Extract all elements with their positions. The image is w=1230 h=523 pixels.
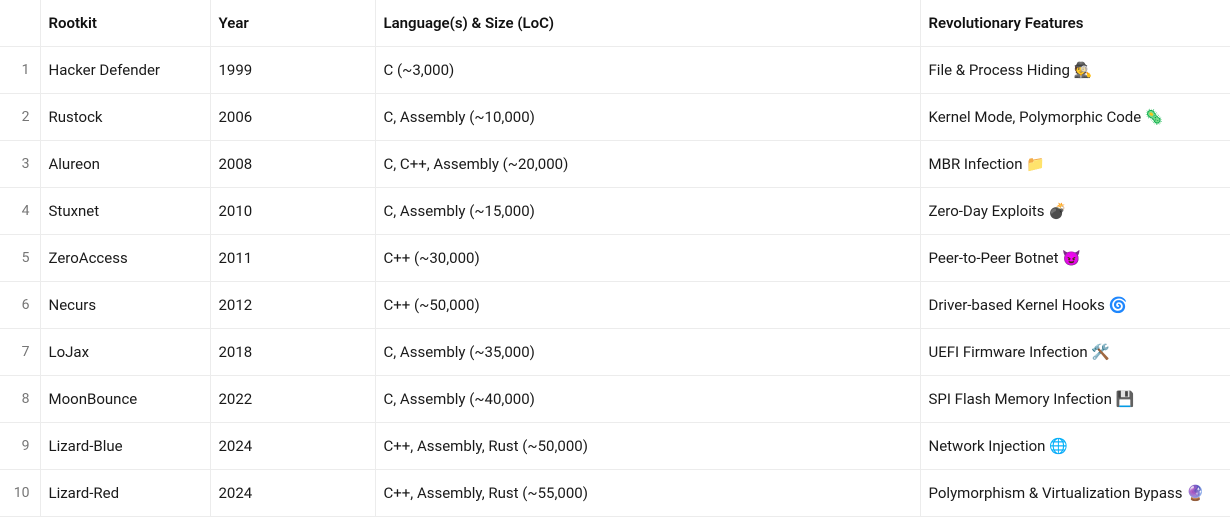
cell-lang: C, Assembly (~35,000) [375, 329, 920, 376]
row-index: 7 [0, 329, 40, 376]
cell-features: UEFI Firmware Infection 🛠️ [920, 329, 1230, 376]
cell-year: 2024 [210, 423, 375, 470]
cell-features: MBR Infection 📁 [920, 141, 1230, 188]
table-row: 7LoJax2018C, Assembly (~35,000)UEFI Firm… [0, 329, 1230, 376]
cell-lang: C, Assembly (~15,000) [375, 188, 920, 235]
cell-features: Kernel Mode, Polymorphic Code 🦠 [920, 94, 1230, 141]
row-index: 6 [0, 282, 40, 329]
cell-lang: C++, Assembly, Rust (~55,000) [375, 470, 920, 517]
cell-year: 2018 [210, 329, 375, 376]
row-index: 10 [0, 470, 40, 517]
cell-rootkit: Lizard-Red [40, 470, 210, 517]
table-row: 10Lizard-Red2024C++, Assembly, Rust (~55… [0, 470, 1230, 517]
cell-lang: C, Assembly (~40,000) [375, 376, 920, 423]
cell-lang: C (~3,000) [375, 47, 920, 94]
cell-lang: C, Assembly (~10,000) [375, 94, 920, 141]
cell-features: Polymorphism & Virtualization Bypass 🔮 [920, 470, 1230, 517]
table-row: 2Rustock2006C, Assembly (~10,000)Kernel … [0, 94, 1230, 141]
cell-features: Network Injection 🌐 [920, 423, 1230, 470]
cell-rootkit: LoJax [40, 329, 210, 376]
cell-year: 2012 [210, 282, 375, 329]
cell-year: 2010 [210, 188, 375, 235]
table-row: 5ZeroAccess2011C++ (~30,000)Peer-to-Peer… [0, 235, 1230, 282]
row-index: 1 [0, 47, 40, 94]
header-row: Rootkit Year Language(s) & Size (LoC) Re… [0, 0, 1230, 47]
row-index: 4 [0, 188, 40, 235]
rootkit-table: Rootkit Year Language(s) & Size (LoC) Re… [0, 0, 1230, 517]
row-index: 8 [0, 376, 40, 423]
table-row: 1Hacker Defender1999C (~3,000)File & Pro… [0, 47, 1230, 94]
cell-year: 2022 [210, 376, 375, 423]
cell-lang: C++ (~50,000) [375, 282, 920, 329]
cell-lang: C++, Assembly, Rust (~50,000) [375, 423, 920, 470]
table-row: 8MoonBounce2022C, Assembly (~40,000)SPI … [0, 376, 1230, 423]
header-lang: Language(s) & Size (LoC) [375, 0, 920, 47]
cell-year: 2008 [210, 141, 375, 188]
table-row: 4Stuxnet2010C, Assembly (~15,000)Zero-Da… [0, 188, 1230, 235]
cell-features: Zero-Day Exploits 💣 [920, 188, 1230, 235]
cell-rootkit: Hacker Defender [40, 47, 210, 94]
cell-rootkit: Stuxnet [40, 188, 210, 235]
cell-rootkit: Lizard-Blue [40, 423, 210, 470]
cell-rootkit: MoonBounce [40, 376, 210, 423]
header-index [0, 0, 40, 47]
table-row: 9Lizard-Blue2024C++, Assembly, Rust (~50… [0, 423, 1230, 470]
cell-rootkit: Necurs [40, 282, 210, 329]
cell-year: 2011 [210, 235, 375, 282]
cell-year: 2024 [210, 470, 375, 517]
table-row: 3Alureon2008C, C++, Assembly (~20,000)MB… [0, 141, 1230, 188]
header-rootkit: Rootkit [40, 0, 210, 47]
cell-year: 1999 [210, 47, 375, 94]
cell-rootkit: Alureon [40, 141, 210, 188]
header-year: Year [210, 0, 375, 47]
row-index: 2 [0, 94, 40, 141]
header-features: Revolutionary Features [920, 0, 1230, 47]
cell-features: Peer-to-Peer Botnet 😈 [920, 235, 1230, 282]
cell-features: SPI Flash Memory Infection 💾 [920, 376, 1230, 423]
cell-lang: C, C++, Assembly (~20,000) [375, 141, 920, 188]
cell-rootkit: ZeroAccess [40, 235, 210, 282]
row-index: 5 [0, 235, 40, 282]
row-index: 9 [0, 423, 40, 470]
cell-year: 2006 [210, 94, 375, 141]
row-index: 3 [0, 141, 40, 188]
cell-features: File & Process Hiding 🕵️ [920, 47, 1230, 94]
table-row: 6Necurs2012C++ (~50,000)Driver-based Ker… [0, 282, 1230, 329]
rootkit-table-wrap: Rootkit Year Language(s) & Size (LoC) Re… [0, 0, 1230, 517]
cell-features: Driver-based Kernel Hooks 🌀 [920, 282, 1230, 329]
cell-lang: C++ (~30,000) [375, 235, 920, 282]
cell-rootkit: Rustock [40, 94, 210, 141]
